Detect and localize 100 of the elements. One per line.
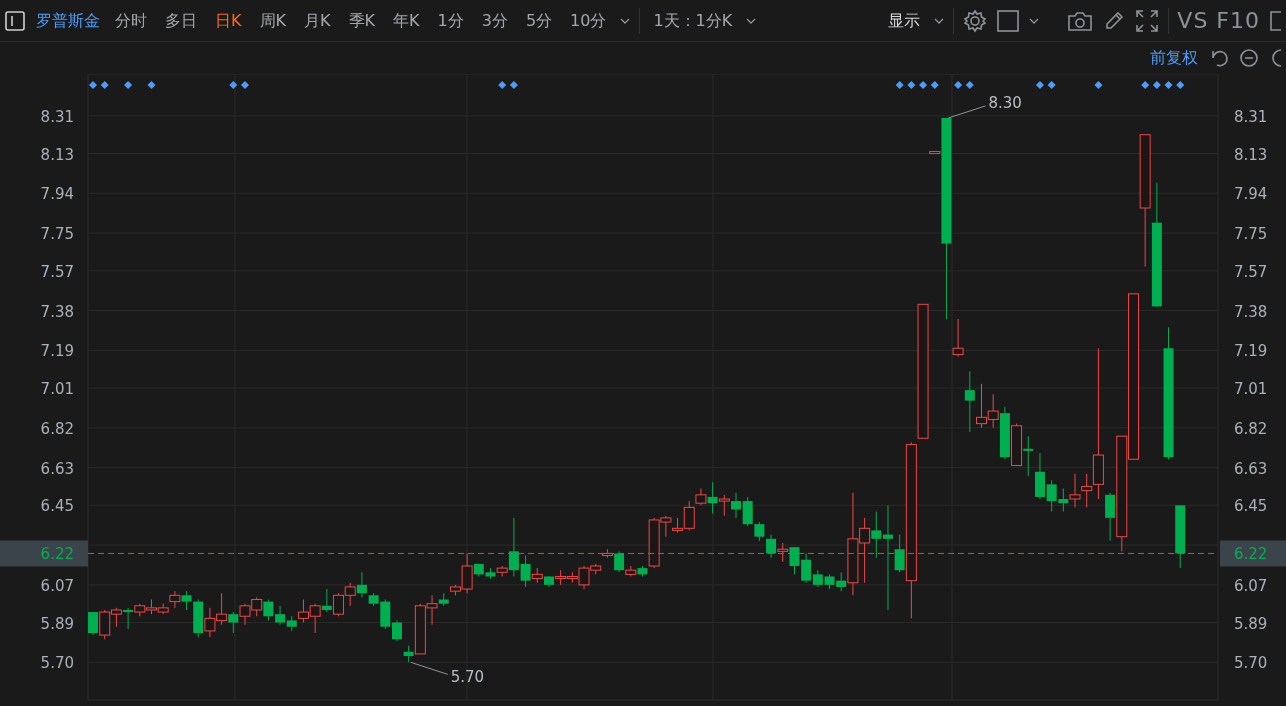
price-axis-label: 7.19 (1234, 342, 1268, 361)
price-axis-label: 8.13 (1234, 145, 1268, 164)
period-tab[interactable]: 5分 (516, 8, 562, 33)
candlestick (1105, 492, 1116, 542)
display-menu[interactable]: 显示 (879, 8, 930, 33)
period-tab[interactable]: 1分 (428, 8, 473, 33)
period-tab[interactable]: 10分 (561, 8, 616, 33)
candlestick (123, 607, 134, 630)
price-axis-label: 6.45 (1234, 497, 1268, 516)
price-axis-label: 7.38 (1234, 302, 1268, 321)
candlestick (801, 552, 812, 584)
price-axis-label: 8.13 (40, 145, 74, 164)
candlestick (508, 517, 519, 577)
event-marker-icon (919, 81, 928, 89)
candlestick (754, 521, 765, 542)
event-marker-icon (930, 81, 939, 89)
adjust-mode-link[interactable]: 前复权 (1144, 45, 1204, 71)
event-marker-icon (241, 81, 249, 89)
event-marker-icon (1141, 81, 1150, 89)
price-axis-label: 7.94 (1234, 185, 1268, 204)
price-axis-label: 7.01 (1234, 380, 1268, 399)
event-marker-icon (509, 81, 518, 89)
candlestick (614, 550, 625, 573)
price-axis-label: 6.63 (40, 459, 74, 478)
f10-button[interactable]: F10 (1212, 4, 1264, 37)
price-axis-label: 6.82 (40, 419, 74, 438)
candlestick (964, 370, 975, 433)
event-marker-icon (895, 81, 904, 89)
leader-line (947, 105, 986, 119)
event-marker-icon (1176, 81, 1185, 89)
leader-line (410, 661, 449, 675)
event-marker-icon (954, 81, 963, 89)
candlestick (169, 590, 181, 609)
price-axis-label: 7.75 (40, 225, 74, 244)
price-axis-label: 5.70 (1234, 654, 1268, 673)
candlestick (88, 611, 99, 636)
event-marker-icon (1164, 81, 1173, 89)
candlestick (731, 492, 741, 519)
price-axis-label: 7.38 (40, 302, 74, 321)
price-axis-label: 6.07 (1234, 576, 1268, 595)
price-axis-label: 7.01 (40, 380, 74, 399)
candlestick (742, 496, 753, 527)
event-marker-icon (1094, 81, 1103, 89)
period-tab[interactable]: 年K (384, 8, 429, 33)
candlestick (777, 542, 789, 563)
event-marker-icon (124, 81, 133, 89)
price-axis-label: 6.63 (1234, 459, 1268, 478)
price-axis-label: 5.70 (40, 654, 74, 673)
period-tab[interactable]: 分时 (106, 8, 156, 33)
price-axis-label: 7.75 (1234, 225, 1268, 244)
range-dropdown[interactable]: 1天：1分K (644, 8, 742, 33)
candlestick (1023, 435, 1034, 477)
candlestick (894, 534, 905, 573)
price-axis-label: 7.94 (40, 185, 74, 204)
candlestick (871, 511, 882, 559)
event-marker-icon (229, 81, 238, 89)
candlestick (356, 571, 367, 598)
period-tab[interactable]: 3分 (472, 8, 517, 33)
candlestick (181, 590, 192, 611)
price-axis-label: 8.31 (1234, 107, 1268, 126)
candlestick (952, 318, 964, 358)
event-marker-icon (1047, 81, 1056, 89)
candlestick (321, 588, 332, 613)
event-marker-icon (907, 81, 916, 89)
current-price-label: 6.22 (1220, 540, 1286, 567)
candlestick (1069, 473, 1081, 508)
price-axis-label: 8.31 (40, 107, 74, 126)
candlestick (391, 619, 402, 642)
candlestick (1092, 347, 1104, 500)
price-axis-label: 5.89 (1234, 614, 1268, 633)
event-marker-icon (147, 81, 156, 89)
period-tab[interactable]: 季K (339, 8, 384, 33)
candlestick (531, 567, 543, 584)
candlestick (275, 605, 286, 626)
price-axis-label: 7.57 (40, 262, 74, 281)
event-marker-icon (89, 81, 98, 89)
candlestick (520, 555, 531, 588)
price-axis-label: 7.19 (40, 342, 74, 361)
price-axis-label: 5.89 (40, 614, 74, 633)
price-annotation: 8.30 (988, 93, 1022, 112)
period-tab[interactable]: 日K (206, 8, 251, 33)
candlestick (1081, 473, 1093, 508)
period-tab[interactable]: 周K (250, 8, 295, 33)
price-axis-label: 6.82 (1234, 419, 1268, 438)
candlestick (695, 488, 707, 506)
period-tab[interactable]: 月K (295, 8, 340, 33)
event-marker-icon (100, 81, 109, 89)
price-axis-label: 6.07 (40, 576, 74, 595)
candlestick (766, 534, 777, 559)
period-tab[interactable]: 多日 (156, 8, 206, 33)
price-axis-label: 6.45 (40, 497, 74, 516)
price-axis-label: 7.57 (1234, 262, 1268, 281)
compare-button[interactable]: VS (1173, 4, 1213, 37)
candlestick (263, 599, 274, 621)
event-marker-icon (1035, 81, 1044, 89)
price-annotation: 5.70 (450, 668, 485, 687)
candlestick (882, 504, 893, 611)
candlestick (228, 611, 239, 634)
stock-name-link[interactable]: 罗普斯金 (30, 8, 106, 33)
candlestick (789, 546, 800, 575)
